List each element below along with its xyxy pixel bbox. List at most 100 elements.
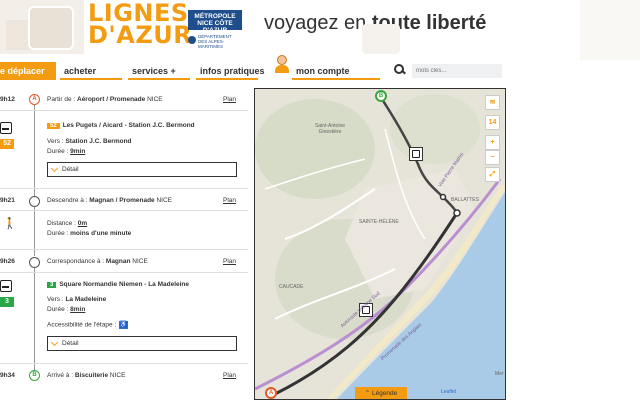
stop-marker-icon xyxy=(439,193,447,201)
slogan-regular: voyagez en xyxy=(264,12,367,34)
legend-button[interactable]: ⌃ Légende xyxy=(355,387,407,399)
nav-underline xyxy=(292,78,380,80)
step-stop: Square Normandie Niemen - La Madeleine xyxy=(59,281,190,288)
direction-label: Vers : xyxy=(47,138,64,145)
divider xyxy=(0,363,248,364)
nav-item-acheter[interactable]: acheter xyxy=(64,66,96,76)
detail-toggle-button[interactable]: Plan Détail xyxy=(47,162,237,177)
nav-underline xyxy=(196,78,258,80)
metropole-line2: NICE CÔTE D'AZUR xyxy=(197,20,233,34)
lignes-dazur-logo[interactable]: LIGNES D'AZUR xyxy=(88,1,193,52)
direction-label: Vers : xyxy=(47,296,64,303)
start-marker-icon: A xyxy=(29,94,40,105)
map-label-district: Saint-Antoine Ginestière xyxy=(314,123,346,135)
step-prefix: Correspondance à : xyxy=(47,258,105,265)
nav-underline xyxy=(128,78,190,80)
duration-value: 8min xyxy=(70,306,86,313)
hill-area xyxy=(255,99,375,199)
line-badge: 3 xyxy=(0,297,14,307)
divider xyxy=(0,110,248,111)
divider xyxy=(0,210,248,211)
nav-item-services[interactable]: services + xyxy=(132,66,176,76)
plan-link[interactable]: Plan xyxy=(223,96,236,103)
metropole-logo[interactable]: MÉTROPOLE NICE CÔTE D'AZUR xyxy=(188,10,242,34)
step-place: Biscuiterie xyxy=(74,372,109,379)
search-icon[interactable] xyxy=(394,64,404,74)
chevron-up-icon: ⌃ xyxy=(364,390,372,397)
step-city: NICE xyxy=(132,258,148,265)
route-map[interactable]: B A Saint-Antoine Ginestière Voie Pierre… xyxy=(254,88,506,400)
step-place: Magnan xyxy=(105,258,131,265)
step-stop: Les Pugets / Aicard - Station J.C. Bermo… xyxy=(62,122,195,129)
timeline-line xyxy=(34,98,35,198)
line-badge: 3 xyxy=(47,282,57,288)
nav-item-mon-compte[interactable]: mon compte xyxy=(296,66,350,76)
divider xyxy=(0,188,248,189)
bus-shape xyxy=(28,6,74,50)
distance-label: Distance : xyxy=(47,220,76,227)
map-label-sea: Mer xyxy=(495,371,504,377)
account-avatar-icon[interactable] xyxy=(274,55,290,73)
map-attribution[interactable]: Leaflet xyxy=(441,389,456,395)
map-label-district: SAINTE-HÉLÈNE xyxy=(359,219,399,225)
step-time: 9h21 xyxy=(0,197,15,204)
departement-logo[interactable]: DÉPARTEMENT DES ALPES-MARITIMES xyxy=(188,34,244,49)
zoom-out-button[interactable]: − xyxy=(485,150,500,165)
stop-marker-icon xyxy=(29,257,40,268)
nav-item-infos-pratiques[interactable]: infos pratiques xyxy=(200,66,265,76)
zoom-in-button[interactable]: + xyxy=(485,135,500,150)
step-prefix: Descendre à : xyxy=(47,197,88,204)
header-bus-illustration xyxy=(0,0,84,54)
map-label-district: BALLATTES xyxy=(451,197,479,203)
stop-marker-icon xyxy=(453,209,461,217)
direction-value: Station J.C. Bermond xyxy=(65,138,132,145)
itinerary-panel: 9h12 A Partir de : Aéroport / Promenade … xyxy=(0,86,248,400)
plan-link[interactable]: Plan xyxy=(223,372,236,379)
plan-link[interactable]: Plan xyxy=(223,258,236,265)
departement-line2: DES ALPES-MARITIMES xyxy=(198,39,225,49)
step-city: NICE xyxy=(109,372,126,379)
nav-item-se-deplacer[interactable]: e déplacer xyxy=(0,62,56,80)
zoom-level: 14 xyxy=(485,115,500,130)
duration-label: Durée : xyxy=(47,148,69,155)
bus-icon xyxy=(0,122,12,134)
header-bus-decoration xyxy=(362,24,400,54)
nav-underline xyxy=(60,78,122,80)
duration-label: Durée : xyxy=(47,306,69,313)
direction-value: La Madeleine xyxy=(65,296,107,303)
wheelchair-icon: ♿ xyxy=(119,321,129,329)
map-canvas xyxy=(255,94,505,399)
chevron-down-icon xyxy=(50,164,59,173)
main-nav: e déplacer acheter services + infos prat… xyxy=(0,62,640,80)
step-prefix: Arrivé à : xyxy=(47,372,74,379)
fullscreen-icon[interactable]: ⤢ xyxy=(485,167,500,182)
step-place: Aéroport / Promenade xyxy=(77,96,146,103)
duration-label: Durée : xyxy=(47,230,69,237)
line-badge: 52 xyxy=(0,139,14,149)
timeline-line xyxy=(34,266,35,376)
divider xyxy=(0,272,248,273)
header-bus-decoration xyxy=(580,0,640,60)
hill-area xyxy=(390,94,480,164)
logo-line2: D'AZUR xyxy=(88,21,193,49)
step-place: Magnan / Promenade xyxy=(89,197,155,204)
detail-toggle-button[interactable]: Détail xyxy=(47,336,237,351)
stop-marker-icon xyxy=(29,196,40,207)
search-box xyxy=(394,64,504,78)
step-time: 9h12 xyxy=(0,96,15,103)
map-label-district: CAUCADE xyxy=(279,284,304,290)
map-bus-icon[interactable] xyxy=(409,147,423,161)
start-marker-icon[interactable]: A xyxy=(265,387,277,399)
plan-link[interactable]: Plan xyxy=(223,197,236,204)
distance-value: 0m xyxy=(77,220,88,227)
step-city: NICE xyxy=(156,197,172,204)
chevron-down-icon xyxy=(50,338,59,347)
bus-icon xyxy=(0,280,12,292)
line-badge: 52 xyxy=(47,123,60,129)
layers-icon[interactable]: ≋ xyxy=(485,95,500,110)
end-marker-icon[interactable]: B xyxy=(375,90,387,102)
walk-icon: 🚶 xyxy=(3,218,17,230)
step-prefix: Partir de : xyxy=(47,96,76,103)
search-input[interactable] xyxy=(412,64,502,78)
duration-value: moins d'une minute xyxy=(70,230,132,237)
